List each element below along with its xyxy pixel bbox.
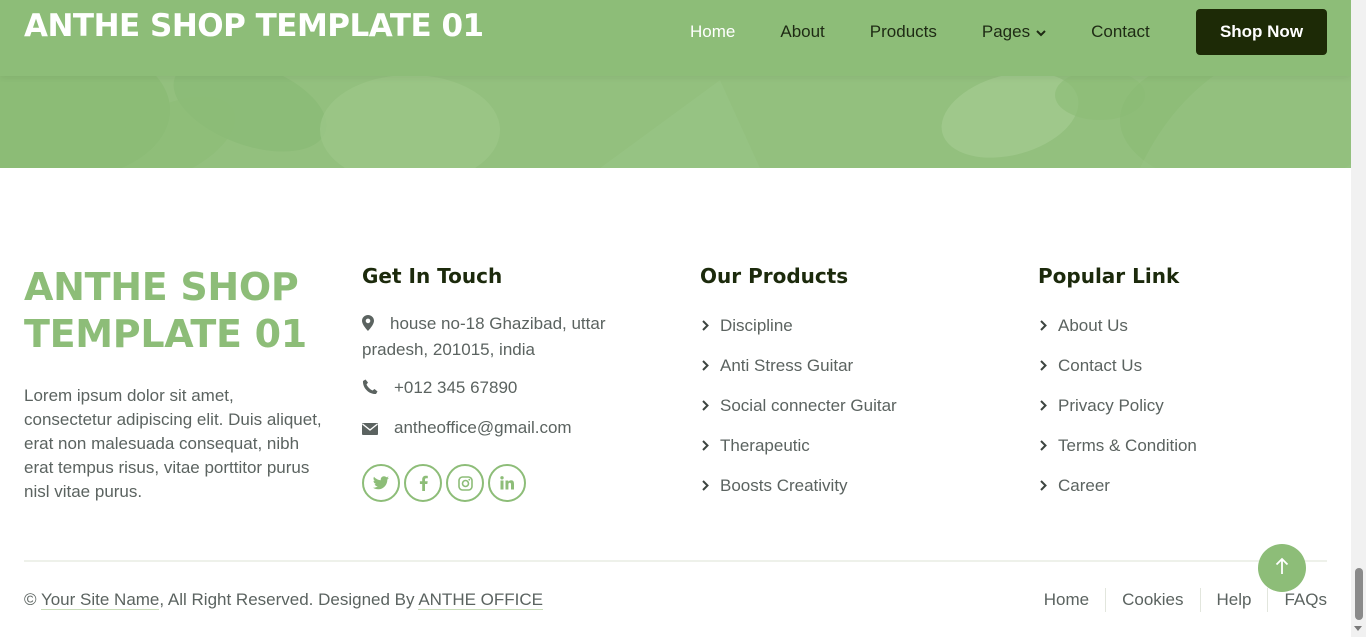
product-link-label: Anti Stress Guitar bbox=[720, 356, 854, 375]
chevron-right-icon bbox=[1038, 314, 1058, 331]
contact-address-text: house no-18 Ghazibad, uttar pradesh, 201… bbox=[362, 314, 606, 359]
contact-phone-text[interactable]: +012 345 67890 bbox=[394, 378, 517, 397]
phone-icon bbox=[362, 378, 394, 402]
chevron-right-icon bbox=[1038, 354, 1058, 371]
copyright: © Your Site Name, All Right Reserved. De… bbox=[24, 588, 543, 612]
shop-now-button[interactable]: Shop Now bbox=[1196, 9, 1327, 55]
footer-divider bbox=[24, 560, 1327, 562]
product-link-label: Social connecter Guitar bbox=[720, 396, 897, 415]
list-item[interactable]: Contact Us bbox=[1038, 354, 1197, 394]
list-item[interactable]: Boosts Creativity bbox=[700, 474, 897, 514]
list-item[interactable]: Therapeutic bbox=[700, 434, 897, 474]
product-link-label: Therapeutic bbox=[720, 436, 810, 455]
chevron-right-icon bbox=[700, 354, 720, 371]
chevron-right-icon bbox=[700, 394, 720, 411]
list-item[interactable]: About Us bbox=[1038, 314, 1197, 354]
nav-contact[interactable]: Contact bbox=[1091, 22, 1150, 42]
bottom-link-cookies[interactable]: Cookies bbox=[1105, 588, 1199, 612]
envelope-icon bbox=[362, 418, 394, 442]
nav-pages-label: Pages bbox=[981, 21, 1031, 41]
navbar: ANTHE SHOP TEMPLATE 01 Home About Produc… bbox=[0, 0, 1351, 76]
popular-list: About Us Contact Us Privacy Policy Terms… bbox=[1038, 314, 1197, 514]
nav-products[interactable]: Products bbox=[870, 22, 937, 42]
contact-email: antheoffice@gmail.com bbox=[362, 416, 662, 442]
list-item[interactable]: Career bbox=[1038, 474, 1197, 514]
products-title: Our Products bbox=[700, 264, 849, 288]
site-name-link[interactable]: Your Site Name bbox=[40, 590, 160, 610]
page-scrollbar[interactable] bbox=[1351, 0, 1366, 637]
chevron-right-icon bbox=[700, 474, 720, 491]
nav-links: Home About Products Pages Contact bbox=[690, 20, 1150, 44]
navbar-brand[interactable]: ANTHE SHOP TEMPLATE 01 bbox=[24, 8, 484, 44]
product-link-label: Discipline bbox=[720, 316, 793, 335]
list-item[interactable]: Social connecter Guitar bbox=[700, 394, 897, 434]
copyright-prefix: © bbox=[24, 590, 41, 609]
contact-phone: +012 345 67890 bbox=[362, 376, 662, 402]
chevron-right-icon bbox=[700, 434, 720, 451]
chevron-right-icon bbox=[1038, 474, 1058, 491]
arrow-up-icon bbox=[1275, 557, 1289, 579]
map-marker-icon bbox=[362, 314, 390, 338]
nav-about[interactable]: About bbox=[780, 22, 824, 42]
twitter-icon[interactable] bbox=[362, 464, 400, 502]
contact-email-text[interactable]: antheoffice@gmail.com bbox=[394, 418, 572, 437]
contact-address: house no-18 Ghazibad, uttar pradesh, 201… bbox=[362, 312, 662, 362]
nav-pages[interactable]: Pages bbox=[982, 22, 1046, 43]
popular-link-label: Terms & Condition bbox=[1058, 436, 1197, 455]
popular-link-label: About Us bbox=[1058, 316, 1128, 335]
chevron-right-icon bbox=[1038, 394, 1058, 411]
chevron-right-icon bbox=[700, 314, 720, 331]
chevron-down-icon bbox=[1036, 22, 1046, 42]
instagram-icon[interactable] bbox=[446, 464, 484, 502]
chevron-right-icon bbox=[1038, 434, 1058, 451]
product-link-label: Boosts Creativity bbox=[720, 476, 848, 495]
facebook-icon[interactable] bbox=[404, 464, 442, 502]
scroll-down-arrow-icon[interactable] bbox=[1354, 626, 1362, 631]
popular-link-label: Contact Us bbox=[1058, 356, 1143, 375]
popular-link-label: Privacy Policy bbox=[1058, 396, 1164, 415]
linkedin-icon[interactable] bbox=[488, 464, 526, 502]
designer-link[interactable]: ANTHE OFFICE bbox=[418, 590, 543, 610]
footer-about-text: Lorem ipsum dolor sit amet, consectetur … bbox=[24, 386, 322, 501]
list-item[interactable]: Terms & Condition bbox=[1038, 434, 1197, 474]
back-to-top-button[interactable] bbox=[1258, 544, 1306, 592]
footer-brand[interactable]: ANTHE SHOP TEMPLATE 01 bbox=[24, 264, 324, 358]
copyright-middle: , All Right Reserved. Designed By bbox=[159, 590, 419, 609]
bottom-link-help[interactable]: Help bbox=[1199, 588, 1268, 612]
nav-home[interactable]: Home bbox=[690, 22, 735, 42]
bottom-link-faqs[interactable]: FAQs bbox=[1267, 588, 1327, 612]
list-item[interactable]: Discipline bbox=[700, 314, 897, 354]
popular-title: Popular Link bbox=[1038, 264, 1180, 288]
products-list: Discipline Anti Stress Guitar Social con… bbox=[700, 314, 897, 514]
bottom-link-home[interactable]: Home bbox=[1028, 588, 1105, 612]
popular-link-label: Career bbox=[1058, 476, 1110, 495]
social-links bbox=[362, 464, 526, 502]
list-item[interactable]: Privacy Policy bbox=[1038, 394, 1197, 434]
scrollbar-thumb[interactable] bbox=[1355, 568, 1363, 620]
contact-title: Get In Touch bbox=[362, 264, 503, 288]
list-item[interactable]: Anti Stress Guitar bbox=[700, 354, 897, 394]
